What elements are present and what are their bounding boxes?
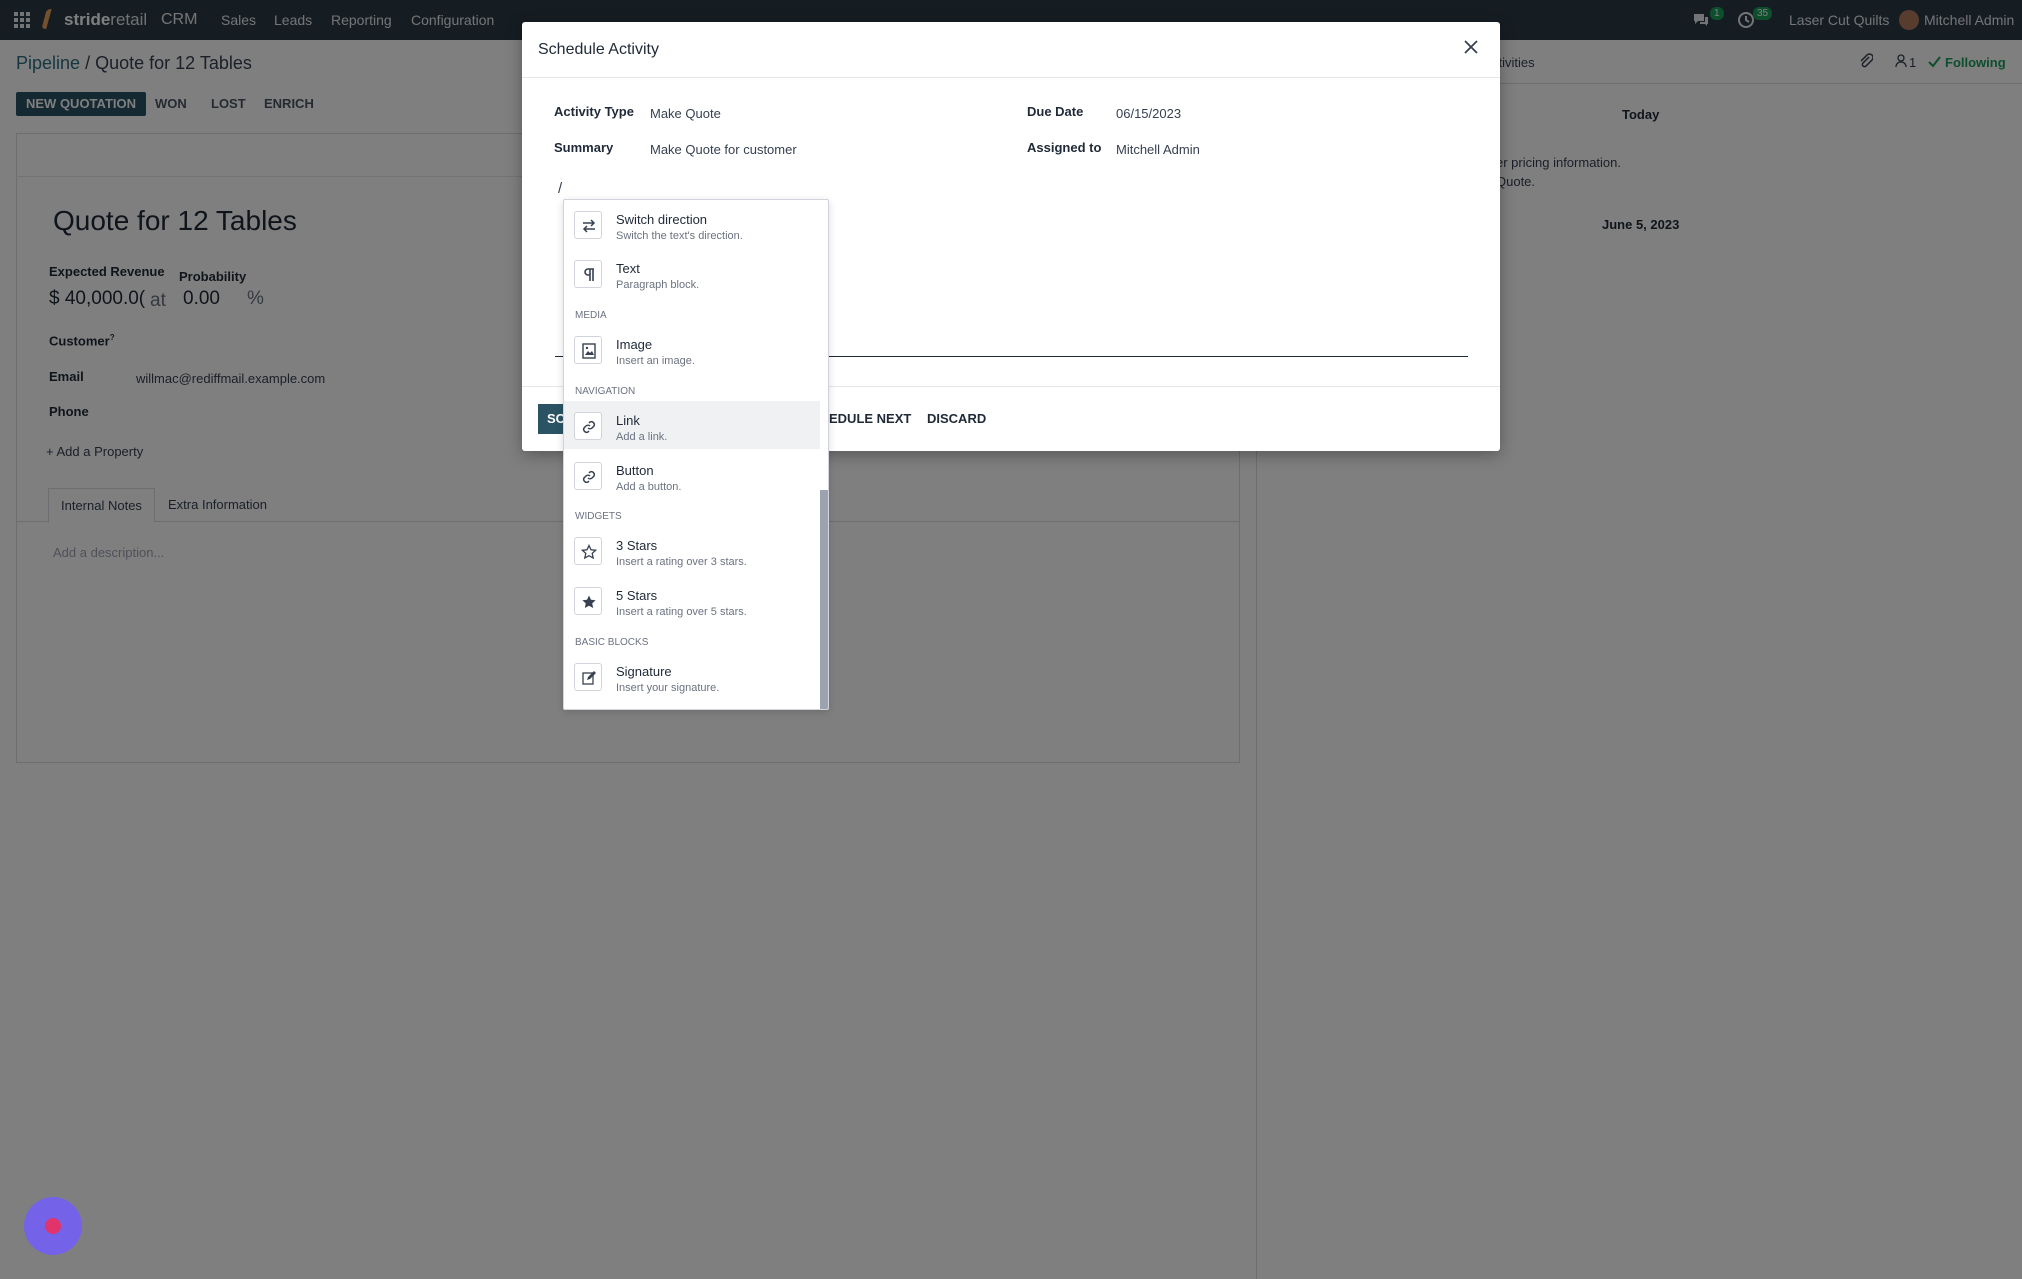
- discard-button[interactable]: DISCARD: [927, 404, 986, 434]
- summary-input[interactable]: Make Quote for customer: [650, 142, 797, 157]
- switch-direction-icon: [574, 211, 602, 239]
- paragraph-icon: [574, 260, 602, 288]
- link-icon: [574, 462, 602, 490]
- powerbox-menu: Switch direction Switch the text's direc…: [563, 199, 829, 710]
- star-filled-icon: [574, 587, 602, 615]
- schedule-next-button[interactable]: EDULE NEXT: [829, 404, 911, 434]
- powerbox-item-desc: Add a button.: [616, 481, 682, 493]
- powerbox-item-desc: Paragraph block.: [616, 279, 700, 291]
- powerbox-item-link[interactable]: Link Add a link.: [564, 401, 820, 449]
- powerbox-item-name: Link: [616, 413, 640, 428]
- assistant-launcher-button[interactable]: [24, 1197, 82, 1255]
- image-icon: [574, 336, 602, 364]
- powerbox-item-desc: Switch the text's direction.: [616, 230, 743, 242]
- dialog-header: Schedule Activity: [522, 22, 1500, 78]
- due-date-label: Due Date: [1027, 104, 1084, 119]
- due-date-input[interactable]: 06/15/2023: [1116, 106, 1181, 121]
- powerbox-item-signature[interactable]: Signature Insert your signature.: [564, 652, 820, 700]
- powerbox-item-name: 5 Stars: [616, 588, 658, 603]
- powerbox-item-image[interactable]: Image Insert an image.: [564, 325, 820, 373]
- note-editor[interactable]: /: [558, 180, 562, 197]
- powerbox-item-3-stars[interactable]: 3 Stars Insert a rating over 3 stars.: [564, 526, 820, 574]
- powerbox-item-text[interactable]: Text Paragraph block.: [564, 249, 820, 297]
- powerbox-item-name: Text: [616, 261, 640, 276]
- powerbox-category-media: MEDIA: [575, 310, 607, 321]
- assigned-to-label: Assigned to: [1027, 140, 1102, 155]
- powerbox-item-button[interactable]: Button Add a button.: [564, 451, 820, 499]
- assistant-dot-icon: [45, 1218, 61, 1234]
- powerbox-item-switch-direction[interactable]: Switch direction Switch the text's direc…: [564, 200, 820, 248]
- activity-type-select[interactable]: Make Quote: [650, 106, 721, 121]
- powerbox-category-widgets: WIDGETS: [575, 511, 622, 522]
- powerbox-scrollbar[interactable]: [820, 490, 828, 709]
- powerbox-item-desc: Insert a rating over 5 stars.: [616, 606, 747, 618]
- powerbox-item-desc: Insert an image.: [616, 355, 695, 367]
- activity-type-label: Activity Type: [554, 104, 634, 119]
- powerbox-item-desc: Add a link.: [616, 431, 668, 443]
- powerbox-item-name: Button: [616, 463, 654, 478]
- close-icon[interactable]: [1460, 36, 1482, 58]
- powerbox-item-name: 3 Stars: [616, 538, 658, 553]
- powerbox-item-5-stars[interactable]: 5 Stars Insert a rating over 5 stars.: [564, 576, 820, 624]
- powerbox-category-navigation: NAVIGATION: [575, 386, 636, 397]
- powerbox-category-basic-blocks: BASIC BLOCKS: [575, 637, 649, 648]
- star-outline-icon: [574, 537, 602, 565]
- assigned-to-input[interactable]: Mitchell Admin: [1116, 142, 1200, 157]
- summary-label: Summary: [554, 140, 614, 155]
- powerbox-item-name: Switch direction: [616, 212, 708, 227]
- powerbox-item-name: Signature: [616, 664, 672, 679]
- link-icon: [574, 412, 602, 440]
- dialog-title: Schedule Activity: [538, 41, 659, 58]
- powerbox-item-name: Image: [616, 337, 653, 352]
- powerbox-item-desc: Insert your signature.: [616, 682, 720, 694]
- signature-icon: [574, 663, 602, 691]
- powerbox-item-desc: Insert a rating over 3 stars.: [616, 556, 747, 568]
